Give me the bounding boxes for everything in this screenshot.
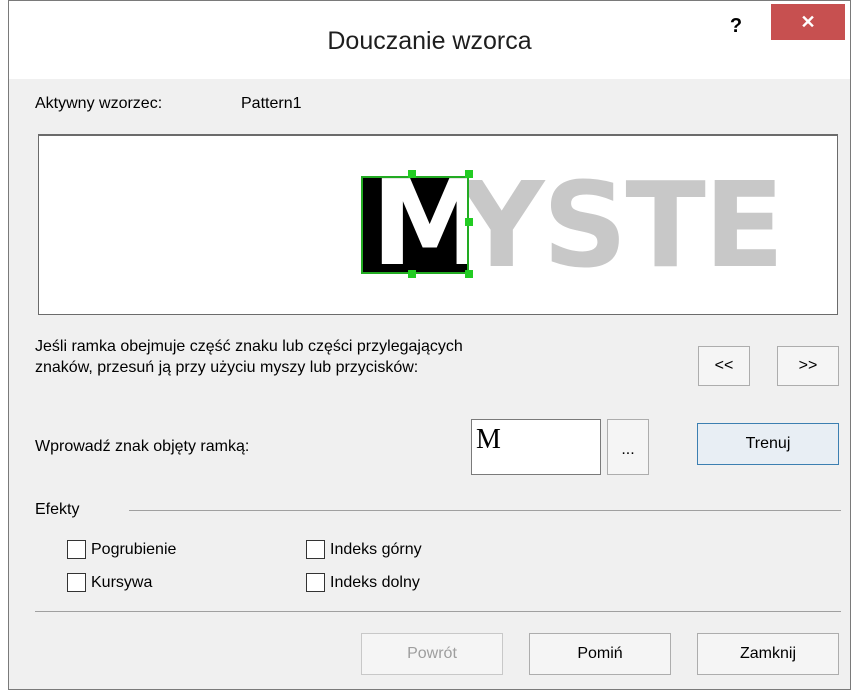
active-pattern-label: Aktywny wzorzec: xyxy=(35,95,163,112)
resize-handle-bottom-right[interactable] xyxy=(465,270,473,278)
resize-handle-right[interactable] xyxy=(465,218,473,226)
instruction-line-2: znaków, przesuń ją przy użyciu myszy lub… xyxy=(35,359,419,376)
superscript-label[interactable]: Indeks górny xyxy=(330,541,422,559)
superscript-checkbox[interactable] xyxy=(306,540,325,559)
close-window-button[interactable]: ✕ xyxy=(771,4,845,40)
pattern-preview[interactable]: YSTE M xyxy=(38,134,838,315)
subscript-checkbox[interactable] xyxy=(306,573,325,592)
selection-frame[interactable]: M xyxy=(361,176,469,274)
italic-label[interactable]: Kursywa xyxy=(91,574,152,592)
italic-checkbox[interactable] xyxy=(67,573,86,592)
bold-label[interactable]: Pogrubienie xyxy=(91,541,176,559)
skip-button[interactable]: Pomiń xyxy=(529,633,671,675)
subscript-label[interactable]: Indeks dolny xyxy=(330,574,420,592)
selected-char-glyph: M xyxy=(371,178,467,272)
browse-char-button[interactable]: ... xyxy=(607,419,649,475)
next-button[interactable]: >> xyxy=(777,346,839,386)
resize-handle-top[interactable] xyxy=(408,170,416,178)
resize-handle-bottom[interactable] xyxy=(408,270,416,278)
train-button[interactable]: Trenuj xyxy=(697,423,839,465)
training-dialog: Douczanie wzorca ? ✕ Aktywny wzorzec: Pa… xyxy=(8,0,851,690)
instruction-line-1: Jeśli ramka obejmuje część znaku lub czę… xyxy=(35,338,463,355)
char-input[interactable]: M xyxy=(471,419,601,475)
back-button[interactable]: Powrót xyxy=(361,633,503,675)
prev-button[interactable]: << xyxy=(698,346,750,386)
footer-divider xyxy=(35,611,841,612)
help-button[interactable]: ? xyxy=(721,11,751,41)
close-button[interactable]: Zamknij xyxy=(697,633,839,675)
effects-divider xyxy=(129,510,841,511)
char-entry-label: Wprowadź znak objęty ramką: xyxy=(35,438,250,455)
preview-remaining-text: YSTE xyxy=(459,156,785,294)
active-pattern-value: Pattern1 xyxy=(241,95,302,112)
title-bar: Douczanie wzorca ? ✕ xyxy=(9,1,850,79)
effects-heading: Efekty xyxy=(35,501,80,518)
resize-handle-top-right[interactable] xyxy=(465,170,473,178)
bold-checkbox[interactable] xyxy=(67,540,86,559)
